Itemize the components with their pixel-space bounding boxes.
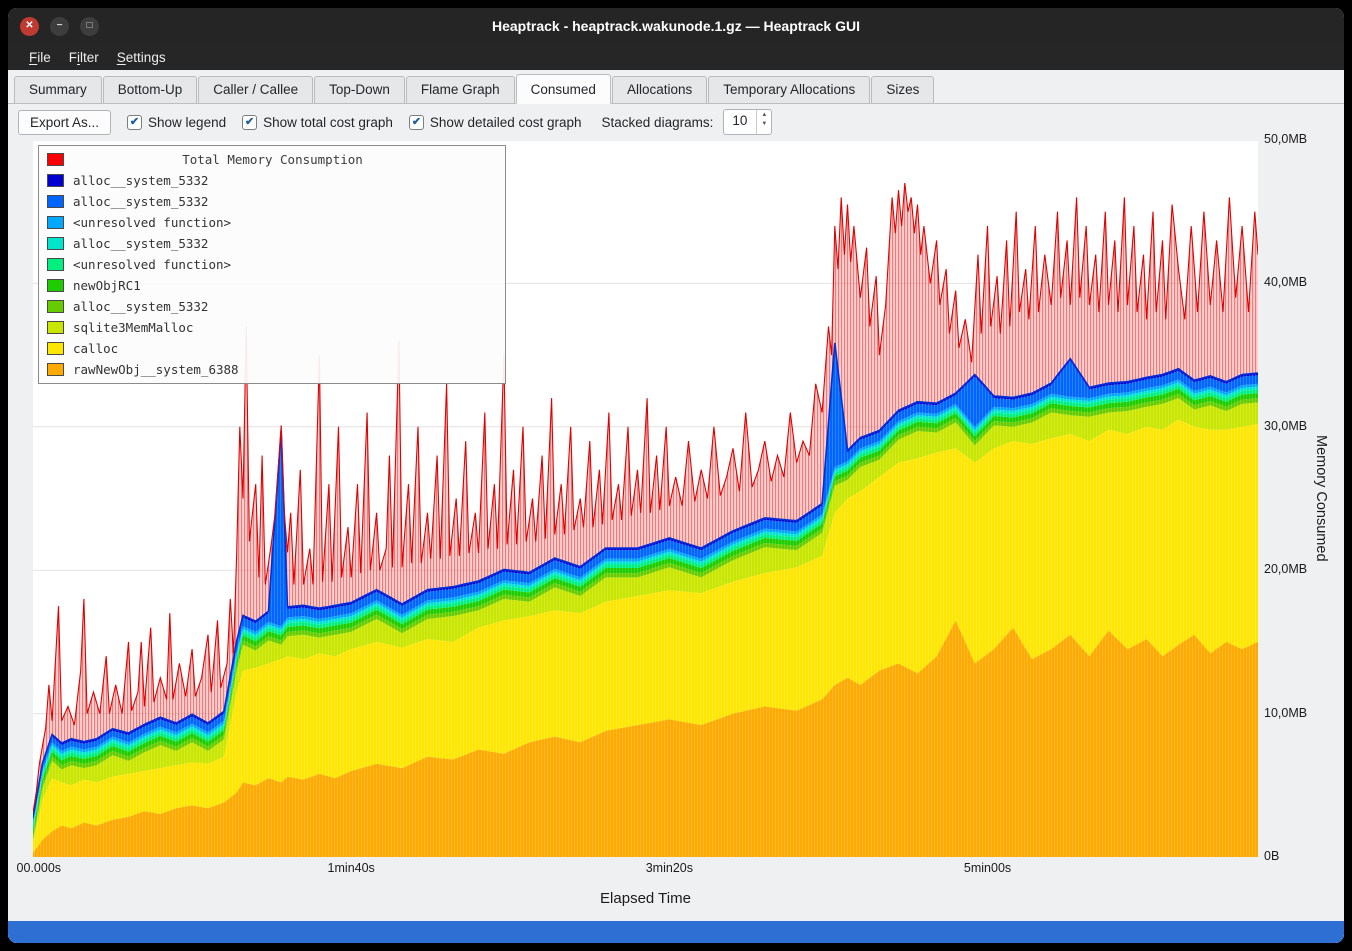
legend-swatch bbox=[47, 321, 64, 334]
tab-flame-graph[interactable]: Flame Graph bbox=[406, 76, 515, 103]
y-tick-label: 40,0MB bbox=[1264, 275, 1307, 289]
x-tick-label: 3min20s bbox=[646, 861, 693, 875]
legend-swatch bbox=[47, 279, 64, 292]
stacked-diagrams-label: Stacked diagrams: bbox=[602, 115, 714, 130]
stacked-diagrams-value: 10 bbox=[724, 110, 756, 134]
toolbar: Export As... ✔ Show legend ✔ Show total cos… bbox=[8, 104, 1344, 140]
spin-up-button[interactable]: ▲ bbox=[757, 110, 771, 119]
tab-sizes[interactable]: Sizes bbox=[871, 76, 934, 103]
legend-title-row: Total Memory Consumption bbox=[43, 149, 501, 170]
checkbox-show-detailed-cost-graph[interactable]: ✔ Show detailed cost graph bbox=[409, 115, 582, 130]
checkbox-show-total-cost-graph[interactable]: ✔ Show total cost graph bbox=[242, 115, 393, 130]
tab-allocations[interactable]: Allocations bbox=[612, 76, 707, 103]
menu-item-settings[interactable]: Settings bbox=[108, 47, 175, 68]
bottom-panel bbox=[8, 921, 1344, 943]
minimize-button[interactable]: − bbox=[50, 17, 69, 36]
x-axis-ticks: 00.000s 1min40s 3min20s 5min00s bbox=[8, 861, 1344, 878]
y-axis-title: Memory Consumed bbox=[1310, 140, 1332, 857]
menu-bar: FileFilterSettings bbox=[8, 44, 1344, 70]
legend-item: calloc bbox=[43, 338, 501, 359]
legend-label: calloc bbox=[73, 341, 118, 356]
legend-swatch bbox=[47, 300, 64, 313]
x-tick-label: 00.000s bbox=[17, 861, 61, 875]
menu-item-file[interactable]: File bbox=[20, 47, 60, 68]
legend-label: <unresolved function> bbox=[73, 215, 231, 230]
legend-title: Total Memory Consumption bbox=[73, 152, 497, 167]
y-tick-label: 30,0MB bbox=[1264, 419, 1307, 433]
title-bar[interactable]: ✕ − □ Heaptrack - heaptrack.wakunode.1.g… bbox=[8, 8, 1344, 44]
tab-consumed[interactable]: Consumed bbox=[516, 74, 611, 104]
legend-item: <unresolved function> bbox=[43, 212, 501, 233]
legend-item: sqlite3MemMalloc bbox=[43, 317, 501, 338]
legend-label: alloc__system_5332 bbox=[73, 236, 208, 251]
legend-swatch bbox=[47, 342, 64, 355]
app-window: ✕ − □ Heaptrack - heaptrack.wakunode.1.g… bbox=[8, 8, 1344, 943]
legend-label: alloc__system_5332 bbox=[73, 194, 208, 209]
y-tick-label: 10,0MB bbox=[1264, 706, 1307, 720]
maximize-button[interactable]: □ bbox=[80, 17, 99, 36]
checkbox-icon: ✔ bbox=[127, 115, 142, 130]
window-title: Heaptrack - heaptrack.wakunode.1.gz — He… bbox=[492, 18, 860, 34]
tab-temporary-allocations[interactable]: Temporary Allocations bbox=[708, 76, 870, 103]
window-buttons: ✕ − □ bbox=[20, 8, 99, 44]
legend-label: alloc__system_5332 bbox=[73, 299, 208, 314]
stacked-diagrams-spinbox[interactable]: 10 ▲ ▼ bbox=[723, 109, 772, 135]
x-axis-title: Elapsed Time bbox=[33, 890, 1258, 907]
y-tick-label: 50,0MB bbox=[1264, 132, 1307, 146]
legend-swatch bbox=[47, 237, 64, 250]
legend-label: rawNewObj__system_6388 bbox=[73, 362, 239, 377]
minimize-icon: − bbox=[57, 21, 63, 31]
tab-top-down[interactable]: Top-Down bbox=[314, 76, 405, 103]
legend-item: alloc__system_5332 bbox=[43, 170, 501, 191]
x-tick-label: 5min00s bbox=[964, 861, 1011, 875]
legend-item: newObjRC1 bbox=[43, 275, 501, 296]
tab-bar: SummaryBottom-UpCaller / CalleeTop-DownF… bbox=[8, 70, 1344, 104]
close-button[interactable]: ✕ bbox=[20, 17, 39, 36]
legend-label: <unresolved function> bbox=[73, 257, 231, 272]
legend-swatch bbox=[47, 363, 64, 376]
spin-down-button[interactable]: ▼ bbox=[757, 119, 771, 128]
y-tick-label: 20,0MB bbox=[1264, 562, 1307, 576]
main-content: SummaryBottom-UpCaller / CalleeTop-DownF… bbox=[8, 70, 1344, 943]
checkbox-label: Show total cost graph bbox=[263, 115, 393, 130]
checkbox-label: Show detailed cost graph bbox=[430, 115, 582, 130]
checkbox-icon: ✔ bbox=[409, 115, 424, 130]
tab-caller-callee[interactable]: Caller / Callee bbox=[198, 76, 313, 103]
chart-legend: Total Memory Consumption alloc__system_53… bbox=[38, 145, 506, 384]
spinbox-buttons: ▲ ▼ bbox=[756, 110, 771, 134]
legend-swatch bbox=[47, 174, 64, 187]
legend-item: rawNewObj__system_6388 bbox=[43, 359, 501, 380]
legend-item: alloc__system_5332 bbox=[43, 296, 501, 317]
x-tick-label: 1min40s bbox=[328, 861, 375, 875]
legend-swatch bbox=[47, 216, 64, 229]
menu-item-filter[interactable]: Filter bbox=[60, 47, 108, 68]
legend-swatch bbox=[47, 258, 64, 271]
checkbox-icon: ✔ bbox=[242, 115, 257, 130]
legend-label: sqlite3MemMalloc bbox=[73, 320, 193, 335]
legend-item: alloc__system_5332 bbox=[43, 191, 501, 212]
tab-summary[interactable]: Summary bbox=[14, 76, 102, 103]
export-as-button[interactable]: Export As... bbox=[18, 110, 111, 135]
legend-label: alloc__system_5332 bbox=[73, 173, 208, 188]
legend-label: newObjRC1 bbox=[73, 278, 141, 293]
legend-item: <unresolved function> bbox=[43, 254, 501, 275]
close-icon: ✕ bbox=[25, 21, 33, 31]
checkbox-show-legend[interactable]: ✔ Show legend bbox=[127, 115, 226, 130]
tab-bottom-up[interactable]: Bottom-Up bbox=[103, 76, 198, 103]
legend-swatch bbox=[47, 153, 64, 166]
chart-region: Total Memory Consumption alloc__system_53… bbox=[8, 140, 1344, 943]
legend-item: alloc__system_5332 bbox=[43, 233, 501, 254]
legend-swatch bbox=[47, 195, 64, 208]
maximize-icon: □ bbox=[86, 21, 92, 31]
checkbox-label: Show legend bbox=[148, 115, 226, 130]
